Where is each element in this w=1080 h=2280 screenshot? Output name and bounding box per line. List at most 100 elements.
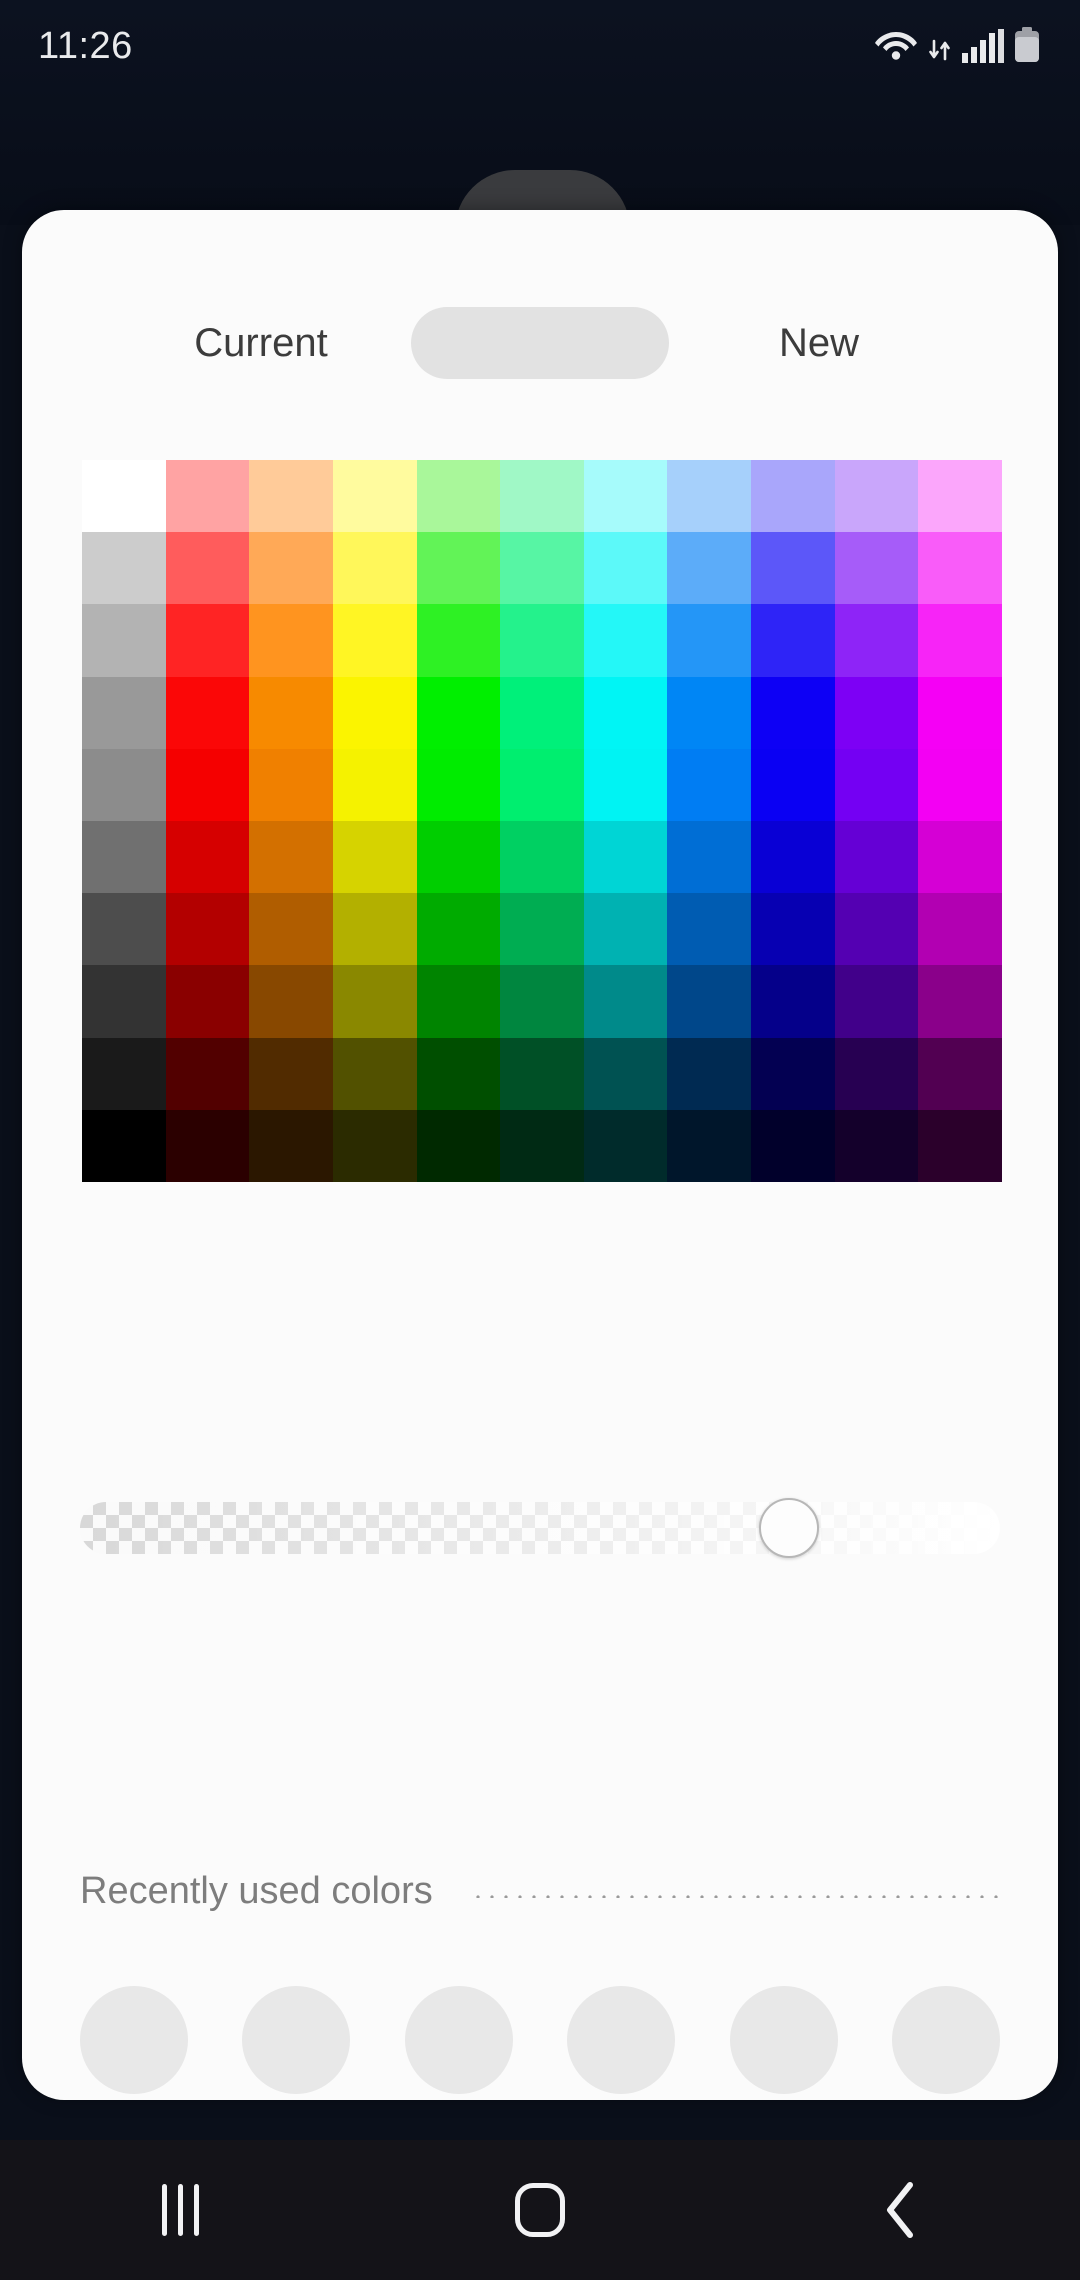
color-swatch[interactable] xyxy=(667,893,752,966)
recent-color-slot[interactable] xyxy=(891,1986,1000,2094)
color-swatch[interactable] xyxy=(165,676,250,749)
color-preview-swatch[interactable] xyxy=(411,307,669,379)
color-swatch[interactable] xyxy=(918,460,1002,533)
color-swatch[interactable] xyxy=(82,460,166,533)
color-swatch[interactable] xyxy=(332,604,417,677)
color-swatch[interactable] xyxy=(667,676,752,749)
color-swatch[interactable] xyxy=(249,893,333,966)
color-swatch[interactable] xyxy=(583,460,668,533)
color-swatch[interactable] xyxy=(834,893,919,966)
color-swatch[interactable] xyxy=(918,893,1002,966)
opacity-slider-thumb[interactable] xyxy=(759,1498,820,1558)
color-swatch[interactable] xyxy=(165,1037,250,1110)
color-swatch[interactable] xyxy=(500,604,584,677)
color-swatch[interactable] xyxy=(500,676,584,749)
color-swatch[interactable] xyxy=(751,1037,835,1110)
color-swatch[interactable] xyxy=(500,820,584,894)
color-swatch[interactable] xyxy=(583,965,668,1038)
recently-used-swatches[interactable] xyxy=(80,1980,1000,2100)
color-swatch[interactable] xyxy=(667,1109,752,1182)
color-swatch[interactable] xyxy=(82,820,166,894)
color-swatch[interactable] xyxy=(249,460,333,533)
color-swatch[interactable] xyxy=(165,532,250,605)
color-swatch[interactable] xyxy=(918,532,1002,605)
color-swatch[interactable] xyxy=(834,820,919,894)
color-swatch[interactable] xyxy=(834,748,919,821)
color-swatch[interactable] xyxy=(249,820,333,894)
color-swatch[interactable] xyxy=(82,676,166,749)
color-swatch[interactable] xyxy=(751,893,835,966)
color-swatch[interactable] xyxy=(249,748,333,821)
color-swatch[interactable] xyxy=(918,1037,1002,1110)
color-swatch[interactable] xyxy=(82,532,166,605)
color-swatch[interactable] xyxy=(751,748,835,821)
color-swatch[interactable] xyxy=(918,748,1002,821)
color-swatch[interactable] xyxy=(249,676,333,749)
opacity-slider-track[interactable] xyxy=(80,1502,1000,1554)
color-swatch[interactable] xyxy=(583,604,668,677)
color-swatch[interactable] xyxy=(416,532,501,605)
recent-color-slot[interactable] xyxy=(729,1986,838,2094)
color-swatch[interactable] xyxy=(249,604,333,677)
color-swatch[interactable] xyxy=(332,893,417,966)
color-swatch[interactable] xyxy=(583,748,668,821)
color-swatch[interactable] xyxy=(918,1109,1002,1182)
color-swatch[interactable] xyxy=(332,965,417,1038)
color-swatch[interactable] xyxy=(583,676,668,749)
color-swatch[interactable] xyxy=(332,1109,417,1182)
color-swatch[interactable] xyxy=(583,893,668,966)
color-swatch[interactable] xyxy=(332,532,417,605)
color-swatch[interactable] xyxy=(918,820,1002,894)
color-swatch[interactable] xyxy=(416,460,501,533)
color-swatch[interactable] xyxy=(834,460,919,533)
color-swatch[interactable] xyxy=(667,820,752,894)
color-swatch[interactable] xyxy=(416,676,501,749)
color-swatch[interactable] xyxy=(165,893,250,966)
color-swatch[interactable] xyxy=(667,1037,752,1110)
color-swatch[interactable] xyxy=(500,460,584,533)
color-swatch[interactable] xyxy=(82,893,166,966)
color-swatch[interactable] xyxy=(667,604,752,677)
color-swatch[interactable] xyxy=(834,532,919,605)
color-swatch[interactable] xyxy=(416,965,501,1038)
color-swatch[interactable] xyxy=(583,532,668,605)
color-swatch[interactable] xyxy=(667,965,752,1038)
color-swatch[interactable] xyxy=(82,748,166,821)
color-swatch[interactable] xyxy=(918,676,1002,749)
color-swatch[interactable] xyxy=(667,532,752,605)
back-button[interactable] xyxy=(810,2140,990,2280)
color-swatch[interactable] xyxy=(165,965,250,1038)
color-swatch[interactable] xyxy=(751,1109,835,1182)
color-swatch[interactable] xyxy=(834,965,919,1038)
color-swatch[interactable] xyxy=(918,965,1002,1038)
color-palette-grid[interactable] xyxy=(82,460,1002,1182)
color-swatch[interactable] xyxy=(165,460,250,533)
recent-color-slot[interactable] xyxy=(80,1986,188,2094)
color-swatch[interactable] xyxy=(416,604,501,677)
color-swatch[interactable] xyxy=(165,820,250,894)
color-swatch[interactable] xyxy=(918,604,1002,677)
color-swatch[interactable] xyxy=(82,604,166,677)
color-swatch[interactable] xyxy=(834,1037,919,1110)
color-swatch[interactable] xyxy=(249,532,333,605)
color-swatch[interactable] xyxy=(751,820,835,894)
color-swatch[interactable] xyxy=(667,748,752,821)
color-swatch[interactable] xyxy=(583,1037,668,1110)
color-swatch[interactable] xyxy=(249,965,333,1038)
color-swatch[interactable] xyxy=(416,1037,501,1110)
color-swatch[interactable] xyxy=(834,604,919,677)
color-swatch[interactable] xyxy=(249,1037,333,1110)
color-swatch[interactable] xyxy=(500,1037,584,1110)
recent-color-slot[interactable] xyxy=(567,1986,676,2094)
color-swatch[interactable] xyxy=(416,820,501,894)
color-swatch[interactable] xyxy=(500,532,584,605)
color-swatch[interactable] xyxy=(332,460,417,533)
color-swatch[interactable] xyxy=(500,965,584,1038)
color-swatch[interactable] xyxy=(332,748,417,821)
color-swatch[interactable] xyxy=(332,820,417,894)
home-button[interactable] xyxy=(450,2140,630,2280)
color-swatch[interactable] xyxy=(500,748,584,821)
color-swatch[interactable] xyxy=(500,893,584,966)
recent-color-slot[interactable] xyxy=(242,1986,351,2094)
color-swatch[interactable] xyxy=(751,604,835,677)
